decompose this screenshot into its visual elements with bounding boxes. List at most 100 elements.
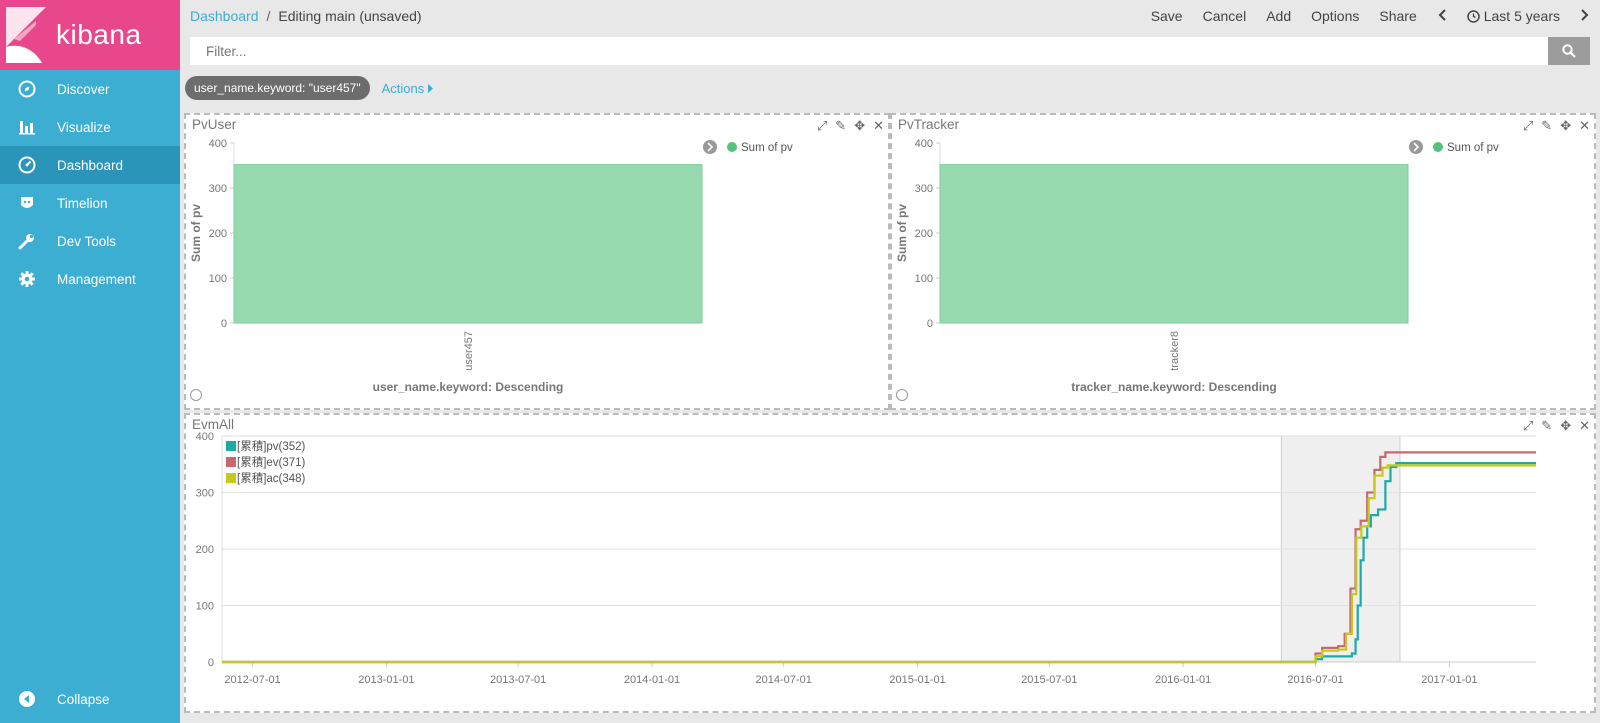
filter-input[interactable] [190, 37, 1548, 65]
actions-label: Actions [381, 80, 425, 96]
clock-icon [1466, 9, 1480, 23]
y-tick-label: 300 [209, 183, 227, 195]
x-tick-label: 2016-01-01 [1155, 674, 1211, 686]
filter-search-button[interactable] [1548, 37, 1590, 65]
time-forward-button[interactable] [1580, 8, 1590, 24]
y-tick-label: 400 [915, 138, 933, 150]
legend-swatch [226, 441, 236, 451]
sidebar-item-discover[interactable]: Discover [0, 70, 180, 108]
bar [233, 164, 703, 324]
time-back-button[interactable] [1437, 8, 1447, 24]
sidebar-item-label: Discover [57, 81, 110, 97]
pvtracker-chart: 0 100 200 300 400 tracker8 Sum of pv tracker_na… [895, 138, 1499, 401]
x-axis-title: user_name.keyword: Descending [373, 380, 564, 394]
wrench-icon [17, 231, 37, 251]
y-tick-label: 200 [196, 544, 214, 556]
x-axis-title: tracker_name.keyword: Descending [1071, 380, 1276, 394]
close-icon[interactable]: ✕ [873, 118, 884, 134]
y-tick-label: 0 [221, 318, 227, 330]
y-axis-title: Sum of pv [895, 204, 909, 262]
x-tick-label: user457 [463, 331, 475, 371]
x-tick-label: 2014-07-01 [756, 674, 812, 686]
x-tick-label: 2013-01-01 [358, 674, 414, 686]
bar-chart-icon [17, 117, 37, 137]
panel-tools: ⤢ ✎ ✥ ✕ [1523, 118, 1590, 134]
close-icon[interactable]: ✕ [1579, 118, 1590, 134]
caret-right-icon [427, 83, 433, 93]
sidebar-item-label: Timelion [57, 195, 108, 211]
sidebar-item-dev-tools[interactable]: Dev Tools [0, 222, 180, 260]
y-tick-label: 100 [209, 273, 227, 285]
x-tick-label: 2015-01-01 [889, 674, 945, 686]
close-icon[interactable]: ✕ [1579, 418, 1590, 434]
legend-label: [累積]ac(348) [237, 471, 306, 485]
add-button[interactable]: Add [1266, 8, 1291, 24]
legend-swatch [226, 457, 236, 467]
time-picker[interactable]: Last 5 years [1466, 8, 1560, 24]
legend-swatch [1433, 142, 1443, 152]
sidebar-item-label: Management [57, 271, 136, 287]
legend-toggle-icon [1409, 140, 1423, 154]
x-tick-label: 2015-07-01 [1021, 674, 1077, 686]
actions-menu[interactable]: Actions [382, 81, 434, 96]
panel-pvuser: 0 100 200 300 400 user457 Sum of pv user_name.k… [184, 113, 890, 410]
time-range-label: Last 5 years [1483, 8, 1560, 24]
top-menu: Save Cancel Add Options Share Last 5 yea… [1151, 0, 1590, 32]
edit-icon[interactable]: ✎ [835, 118, 846, 134]
y-tick-label: 200 [915, 228, 933, 240]
x-tick-label: 2016-07-01 [1287, 674, 1343, 686]
move-icon[interactable]: ✥ [854, 118, 865, 134]
logo-text: kibana [56, 19, 142, 50]
legend-swatch [727, 142, 737, 152]
move-icon[interactable]: ✥ [1560, 418, 1571, 434]
sidebar-item-label: Dev Tools [57, 233, 117, 249]
legend-label: [累積]ev(371) [237, 455, 306, 469]
expand-icon[interactable]: ⤢ [1523, 418, 1533, 434]
sidebar-item-visualize[interactable]: Visualize [0, 108, 180, 146]
y-tick-label: 0 [927, 318, 933, 330]
sidebar-item-management[interactable]: Management [0, 260, 180, 298]
panel-pvtracker: 0 100 200 300 400 tracker8 Sum of pv tracker_na… [890, 113, 1596, 410]
breadcrumb-dashboard-link[interactable]: Dashboard [190, 8, 259, 24]
chevron-left-icon [1438, 9, 1446, 21]
filter-pill[interactable]: user_name.keyword: "user457" [185, 76, 370, 100]
save-button[interactable]: Save [1151, 8, 1183, 24]
y-tick-label: 300 [915, 183, 933, 195]
collapse-button[interactable]: Collapse [17, 689, 110, 709]
y-tick-label: 400 [196, 431, 214, 443]
sidebar: kibana Discover Visualize Dashboard Timelio… [0, 0, 180, 723]
timelion-icon [17, 193, 37, 213]
y-tick-label: 100 [915, 273, 933, 285]
y-tick-label: 100 [196, 601, 214, 613]
x-tick-label: 2014-01-01 [624, 674, 680, 686]
edit-icon[interactable]: ✎ [1541, 118, 1552, 134]
y-tick-label: 400 [209, 138, 227, 150]
panel-tools: ⤢ ✎ ✥ ✕ [1523, 418, 1590, 434]
legend-label: [累積]pv(352) [237, 439, 306, 453]
sidebar-item-dashboard[interactable]: Dashboard [0, 146, 180, 184]
move-icon[interactable]: ✥ [1560, 118, 1571, 134]
breadcrumb-current: Editing main (unsaved) [278, 8, 422, 24]
legend-swatch [226, 473, 236, 483]
sidebar-item-label: Visualize [57, 119, 111, 135]
x-tick-label: 2012-07-01 [224, 674, 280, 686]
share-button[interactable]: Share [1379, 8, 1416, 24]
dashboard-icon [17, 155, 37, 175]
expand-icon[interactable]: ⤢ [1523, 118, 1533, 134]
y-tick-label: 0 [208, 657, 214, 669]
x-tick-label: 2017-01-01 [1421, 674, 1477, 686]
compass-icon [17, 79, 37, 99]
expand-icon[interactable]: ⤢ [817, 118, 827, 134]
cancel-button[interactable]: Cancel [1203, 8, 1247, 24]
edit-icon[interactable]: ✎ [1541, 418, 1552, 434]
chevron-up-icon [896, 389, 908, 401]
panel-title: PvUser [192, 117, 237, 132]
y-tick-label: 300 [196, 488, 214, 500]
pvuser-chart: 0 100 200 300 400 user457 Sum of pv user_name.k… [189, 138, 793, 401]
filter-pills: user_name.keyword: "user457" Actions [185, 76, 434, 100]
panel-title: PvTracker [898, 117, 960, 132]
sidebar-item-timelion[interactable]: Timelion [0, 184, 180, 222]
kibana-logo[interactable]: kibana [0, 0, 180, 70]
collapse-label: Collapse [57, 691, 110, 707]
options-button[interactable]: Options [1311, 8, 1359, 24]
